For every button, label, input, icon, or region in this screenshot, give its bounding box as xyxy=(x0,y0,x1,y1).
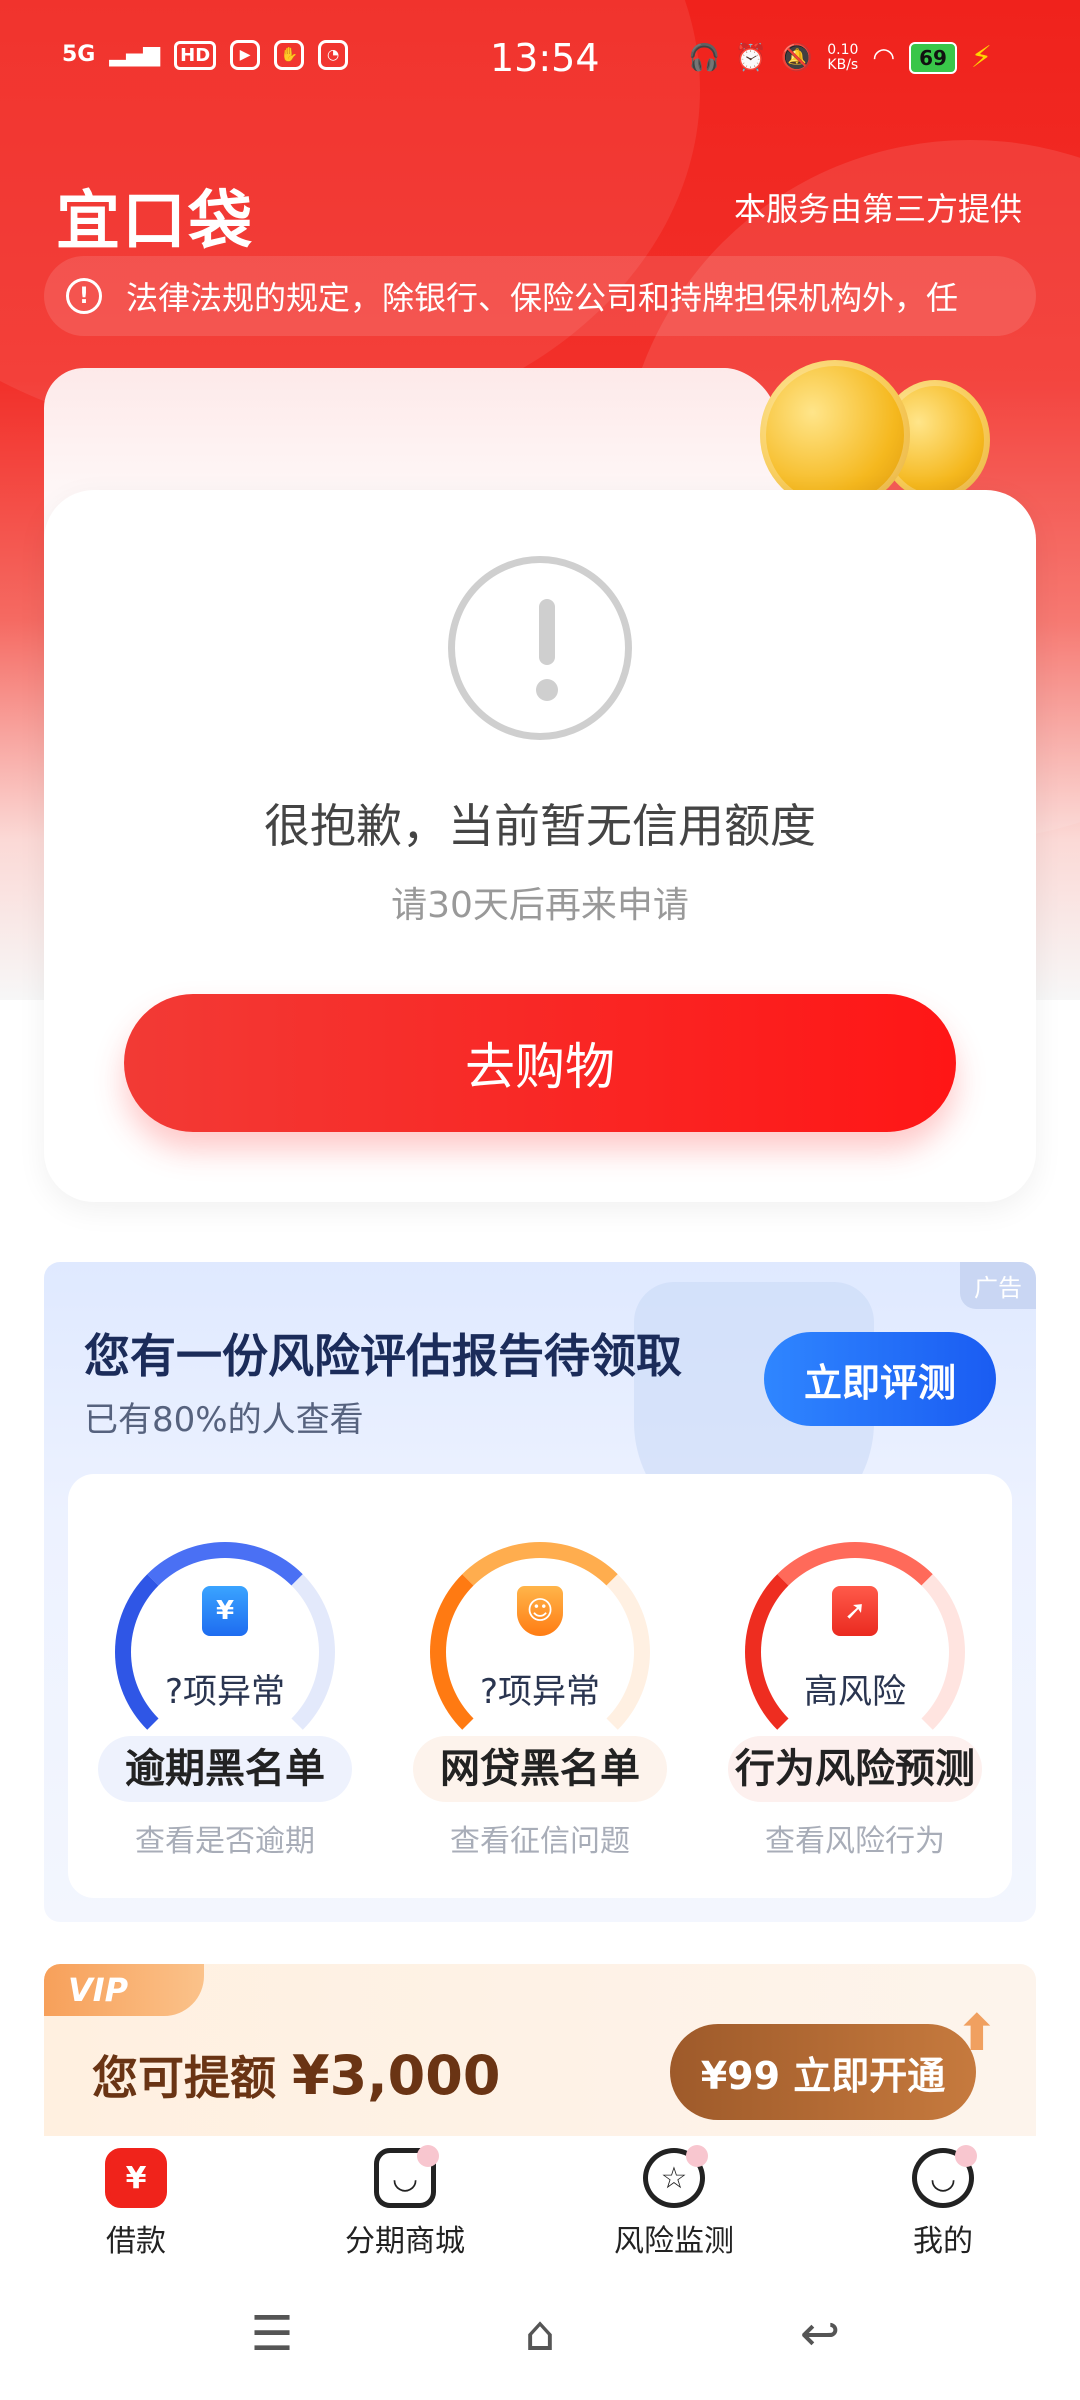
nav-risk-monitor[interactable]: ☆ 风险监测 xyxy=(574,2145,774,2268)
status-left: 5G ▂▄▆ HD ▶ ✋ ◔ xyxy=(62,40,349,70)
signal-bars-icon: ▂▄▆ xyxy=(109,42,161,67)
vip-text-label: 您可提额 xyxy=(92,2051,276,2105)
vip-banner[interactable]: VIP 您可提额 ¥3,000 ¥99 立即开通 ⬆ xyxy=(44,1964,1036,2136)
risk-item-name: 网贷黑名单 xyxy=(413,1736,667,1802)
video-app-icon: ▶ xyxy=(230,40,261,70)
gauge-label: ?项异常 xyxy=(164,1672,286,1712)
arrow-up-icon: ⬆ xyxy=(956,2004,998,2062)
hd-badge: HD xyxy=(174,40,217,70)
risk-item-behavior[interactable]: ➚ 高风险 行为风险预测 查看风险行为 xyxy=(698,1474,1012,1898)
smile-icon: ◡ xyxy=(912,2145,977,2208)
nav-label: 借款 xyxy=(106,2224,166,2259)
credit-status-card: 很抱歉，当前暂无信用额度 请30天后再来申请 去购物 xyxy=(44,490,1036,1202)
nav-installment-mall[interactable]: ◡ 分期商城 xyxy=(305,2145,505,2268)
network-speed: 0.10 KB/s xyxy=(827,41,859,73)
bag-icon: ◡ xyxy=(374,2145,439,2208)
network-speed-unit: KB/s xyxy=(827,56,859,73)
signal-indicator: 5G xyxy=(62,42,96,67)
coins-illustration xyxy=(760,360,990,510)
menu-icon[interactable]: ☰ xyxy=(232,2304,312,2364)
person-shield-icon: ☺ xyxy=(517,1586,563,1636)
risk-item-name: 行为风险预测 xyxy=(728,1736,982,1802)
notice-text: 法律法规的规定，除银行、保险公司和持牌担保机构外，任 xyxy=(126,279,959,317)
credit-status-title: 很抱歉，当前暂无信用额度 xyxy=(264,799,816,853)
credit-status-subtitle: 请30天后再来申请 xyxy=(391,885,689,926)
vip-badge: VIP xyxy=(44,1964,204,2016)
system-navigation: ☰ ⌂ ↩ xyxy=(0,2268,1080,2400)
nav-label: 分期商城 xyxy=(345,2224,465,2259)
coin-icon xyxy=(760,360,910,510)
notice-bar[interactable]: ! 法律法规的规定，除银行、保险公司和持牌担保机构外，任 xyxy=(44,256,1036,336)
ad-badge: 广告 xyxy=(960,1262,1036,1309)
back-icon[interactable]: ↩ xyxy=(780,2304,860,2364)
charging-icon: ⚡ xyxy=(970,40,992,75)
clock: 13:54 xyxy=(490,36,600,80)
nav-label: 风险监测 xyxy=(614,2224,734,2259)
home-icon[interactable]: ⌂ xyxy=(500,2304,580,2364)
star-icon: ☆ xyxy=(643,2145,708,2208)
status-right: 🎧 ⏰ 🔕 0.10 KB/s ◠ 69 ⚡ xyxy=(688,40,992,75)
battery-indicator: 69 xyxy=(909,41,957,74)
risk-item-online-loan[interactable]: ☺ ?项异常 网贷黑名单 查看征信问题 xyxy=(383,1474,697,1898)
bottom-navigation: ¥ 借款 ◡ 分期商城 ☆ 风险监测 ◡ 我的 xyxy=(0,2136,1080,2268)
vip-amount: ¥3,000 xyxy=(292,2044,501,2107)
risk-report-subtitle: 已有80%的人查看 xyxy=(84,1400,364,1440)
vip-open-button[interactable]: ¥99 立即开通 xyxy=(670,2024,976,2120)
nav-label: 我的 xyxy=(913,2224,973,2259)
provider-note: 本服务由第三方提供 xyxy=(733,190,1022,228)
wifi-icon: ◠ xyxy=(872,42,896,73)
cursor-icon: ➚ xyxy=(832,1586,878,1636)
hand-app-icon: ✋ xyxy=(274,40,305,70)
nav-mine[interactable]: ◡ 我的 xyxy=(843,2145,1043,2268)
risk-item-desc: 查看是否逾期 xyxy=(135,1824,315,1859)
risk-item-desc: 查看征信问题 xyxy=(450,1824,630,1859)
risk-item-name: 逾期黑名单 xyxy=(98,1736,352,1802)
network-speed-value: 0.10 xyxy=(827,41,859,58)
evaluate-now-button[interactable]: 立即评测 xyxy=(764,1332,996,1426)
risk-item-overdue[interactable]: ¥ ?项异常 逾期黑名单 查看是否逾期 xyxy=(68,1474,382,1898)
nav-loan[interactable]: ¥ 借款 xyxy=(36,2148,236,2268)
status-bar: 5G ▂▄▆ HD ▶ ✋ ◔ 13:54 🎧 ⏰ 🔕 0.10 KB/s ◠ … xyxy=(0,0,1080,120)
warning-icon xyxy=(448,556,632,740)
headphones-icon: 🎧 xyxy=(688,42,721,73)
gauge-label: 高风险 xyxy=(804,1672,906,1712)
app-logo: 宜口袋 xyxy=(56,185,254,259)
risk-items: ¥ ?项异常 逾期黑名单 查看是否逾期 ☺ ?项异常 网贷黑名单 查看征信问题 … xyxy=(68,1474,1012,1898)
info-icon: ! xyxy=(66,278,102,314)
risk-gauge xyxy=(430,1542,650,1762)
yen-icon: ¥ xyxy=(202,1586,248,1636)
risk-report-panel[interactable]: 广告 您有一份风险评估报告待领取 已有80%的人查看 立即评测 ¥ ?项异常 逾… xyxy=(44,1262,1036,1922)
risk-item-desc: 查看风险行为 xyxy=(765,1824,945,1859)
yen-icon: ¥ xyxy=(105,2148,167,2208)
risk-report-title: 您有一份风险评估报告待领取 xyxy=(84,1329,682,1383)
compass-app-icon: ◔ xyxy=(318,40,349,70)
go-shopping-button[interactable]: 去购物 xyxy=(124,994,956,1132)
mute-icon: 🔕 xyxy=(780,42,814,73)
gauge-label: ?项异常 xyxy=(479,1672,601,1712)
vip-promo-text: 您可提额 ¥3,000 xyxy=(92,2042,500,2108)
alarm-icon: ⏰ xyxy=(734,42,767,73)
risk-gauge xyxy=(745,1542,965,1762)
risk-gauge xyxy=(115,1542,335,1762)
